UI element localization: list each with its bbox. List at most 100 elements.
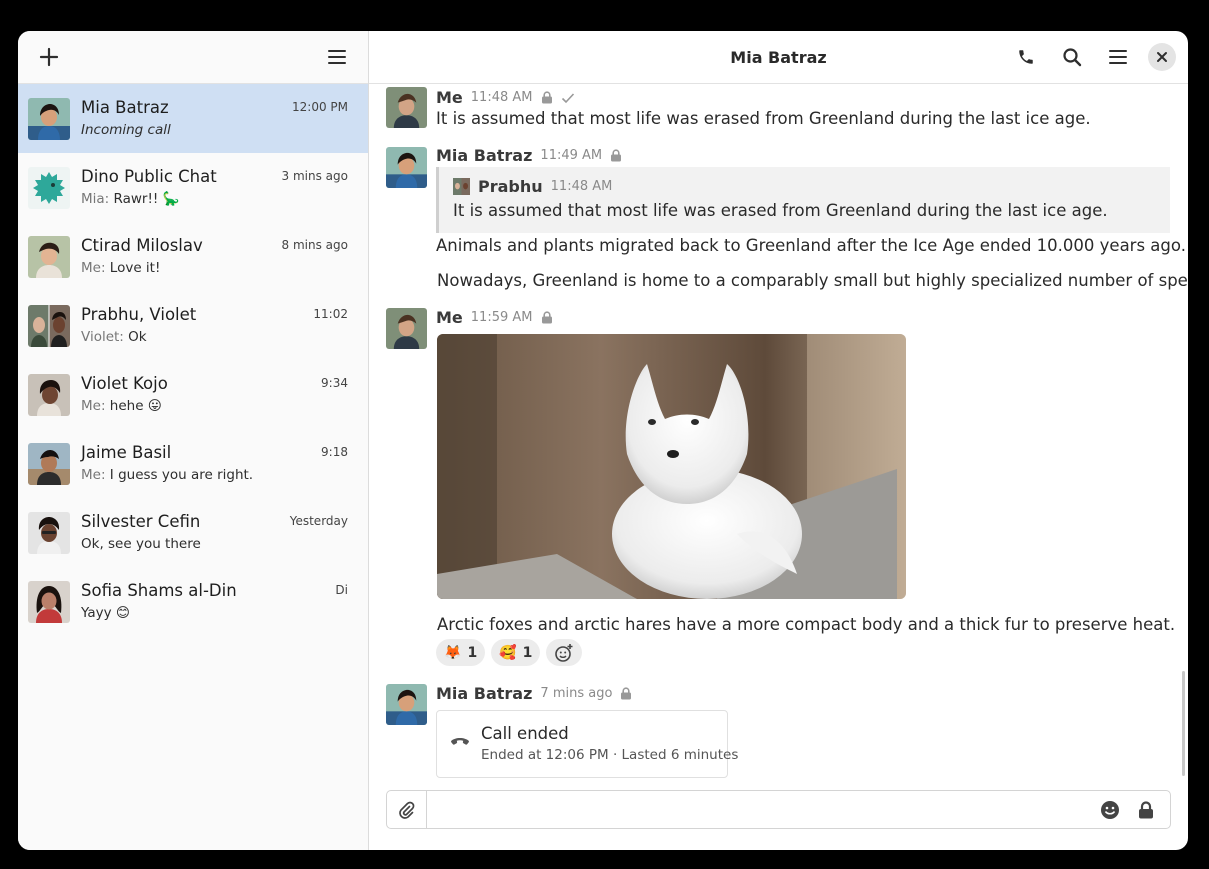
search-icon [1063, 48, 1082, 67]
call-title: Call ended [481, 724, 569, 743]
hangup-phone-icon [451, 738, 469, 745]
checkmark-icon [561, 92, 574, 103]
conversation-preview: Me: I guess you are right. [81, 466, 254, 483]
scrollbar[interactable] [1182, 671, 1185, 776]
paperclip-icon [398, 801, 414, 819]
conversation-item[interactable]: Violet Kojo Me: hehe 😛 9:34 [18, 360, 368, 429]
reaction-fox[interactable]: 🦊 1 [436, 639, 486, 666]
quote-text: It is assumed that most life was erased … [453, 201, 1108, 220]
message-time: 11:49 AM [540, 148, 603, 163]
lock-icon [611, 149, 622, 162]
conversation-time: 8 mins ago [281, 238, 348, 252]
hamburger-menu-icon [1109, 50, 1127, 64]
conversation-preview: Violet: Ok [81, 328, 147, 345]
avatar [453, 178, 470, 195]
chat-header: Mia Batraz [369, 31, 1188, 84]
conversation-list: Mia Batraz Incoming call 12:00 PM Dino P… [18, 84, 368, 850]
avatar [28, 304, 70, 347]
conversation-preview: Me: Love it! [81, 259, 161, 276]
add-reaction-button[interactable] [546, 639, 583, 666]
lock-icon [541, 311, 552, 324]
avatar [386, 147, 427, 188]
conversation-item[interactable]: Dino Public Chat Mia: Rawr!! 🦕 3 mins ag… [18, 153, 368, 222]
call-ended-card: Call ended Ended at 12:06 PM · Lasted 6 … [436, 710, 738, 778]
search-button[interactable] [1056, 41, 1088, 73]
quoted-message[interactable]: Prabhu 11:48 AM It is assumed that most … [436, 167, 1170, 233]
message-input[interactable] [427, 791, 1098, 828]
conversation-name: Jaime Basil [81, 442, 172, 462]
avatar [28, 373, 70, 416]
avatar [28, 511, 70, 554]
conversation-preview: Me: hehe 😛 [81, 397, 162, 414]
reactions-bar: 🦊 1 🥰 1 [436, 639, 583, 666]
close-button[interactable] [1148, 43, 1176, 71]
call-button[interactable] [1010, 41, 1042, 73]
chat-pane: Mia Batraz Me 11:48 AM It is assumed tha… [369, 31, 1188, 850]
message-list: Me 11:48 AM It is assumed that most life… [369, 84, 1188, 790]
conversation-name: Sofia Shams al-Din [81, 580, 237, 600]
conversation-item[interactable]: Prabhu, Violet Violet: Ok 11:02 [18, 291, 368, 360]
conversation-time: 9:18 [321, 445, 348, 459]
lock-icon [541, 91, 552, 104]
sender-name: Me [436, 308, 463, 327]
sidebar-menu-button[interactable] [321, 41, 353, 73]
conversation-time: 3 mins ago [281, 169, 348, 183]
plus-icon [39, 47, 59, 67]
conversation-item[interactable]: Ctirad Miloslav Me: Love it! 8 mins ago [18, 222, 368, 291]
conversation-preview: Yayy 😊 [81, 604, 131, 621]
quote-sender: Prabhu [478, 177, 543, 196]
conversation-time: 11:02 [313, 307, 348, 321]
conversation-time: Di [335, 583, 348, 597]
avatar [28, 166, 70, 209]
message-time: 11:48 AM [470, 90, 533, 105]
encryption-button[interactable] [1134, 798, 1158, 822]
hamburger-menu-icon [328, 50, 346, 64]
message-time: 11:59 AM [470, 310, 533, 325]
emoji-button[interactable] [1098, 798, 1122, 822]
conversation-time: 9:34 [321, 376, 348, 390]
sender-name: Mia Batraz [436, 684, 533, 703]
message-text: Animals and plants migrated back to Gree… [436, 236, 1186, 255]
conversation-item[interactable]: Jaime Basil Me: I guess you are right. 9… [18, 429, 368, 498]
avatar [28, 97, 70, 140]
conversation-preview: Incoming call [81, 121, 171, 138]
avatar [386, 684, 427, 725]
image-attachment-arctic-fox[interactable] [437, 334, 906, 599]
message-time: 7 mins ago [540, 686, 613, 701]
conversation-preview: Ok, see you there [81, 535, 201, 552]
chat-menu-button[interactable] [1102, 41, 1134, 73]
sidebar-header [18, 31, 368, 84]
conversation-name: Violet Kojo [81, 373, 168, 393]
new-conversation-button[interactable] [33, 41, 65, 73]
conversation-item[interactable]: Sofia Shams al-Din Yayy 😊 Di [18, 567, 368, 636]
message-text: It is assumed that most life was erased … [436, 109, 1091, 128]
lock-icon [1139, 800, 1153, 818]
avatar [28, 442, 70, 485]
close-icon [1157, 52, 1167, 62]
phone-icon [1019, 50, 1033, 64]
attach-file-button[interactable] [387, 791, 427, 828]
add-emoji-icon [555, 643, 573, 662]
conversation-preview: Mia: Rawr!! 🦕 [81, 190, 180, 207]
app-window: Mia Batraz Incoming call 12:00 PM Dino P… [18, 31, 1188, 850]
sidebar: Mia Batraz Incoming call 12:00 PM Dino P… [18, 31, 369, 850]
emoji-icon [1101, 800, 1119, 819]
lock-icon [621, 687, 632, 700]
conversation-item[interactable]: Mia Batraz Incoming call 12:00 PM [18, 84, 368, 153]
conversation-time: 12:00 PM [292, 100, 348, 114]
avatar [28, 580, 70, 623]
avatar [28, 235, 70, 278]
reaction-smiling-hearts[interactable]: 🥰 1 [491, 639, 541, 666]
message-composer [386, 790, 1171, 829]
message-text: Arctic foxes and arctic hares have a mor… [437, 615, 1176, 634]
sender-name: Mia Batraz [436, 146, 533, 165]
avatar [386, 87, 427, 128]
conversation-time: Yesterday [289, 514, 348, 528]
message-text: Nowadays, Greenland is home to a compara… [437, 271, 1188, 290]
call-details: Ended at 12:06 PM · Lasted 6 minutes [481, 747, 739, 763]
quote-time: 11:48 AM [550, 179, 613, 194]
sender-name: Me [436, 88, 463, 107]
avatar [386, 308, 427, 349]
conversation-item[interactable]: Silvester Cefin Ok, see you there Yester… [18, 498, 368, 567]
chat-title: Mia Batraz [730, 47, 827, 67]
